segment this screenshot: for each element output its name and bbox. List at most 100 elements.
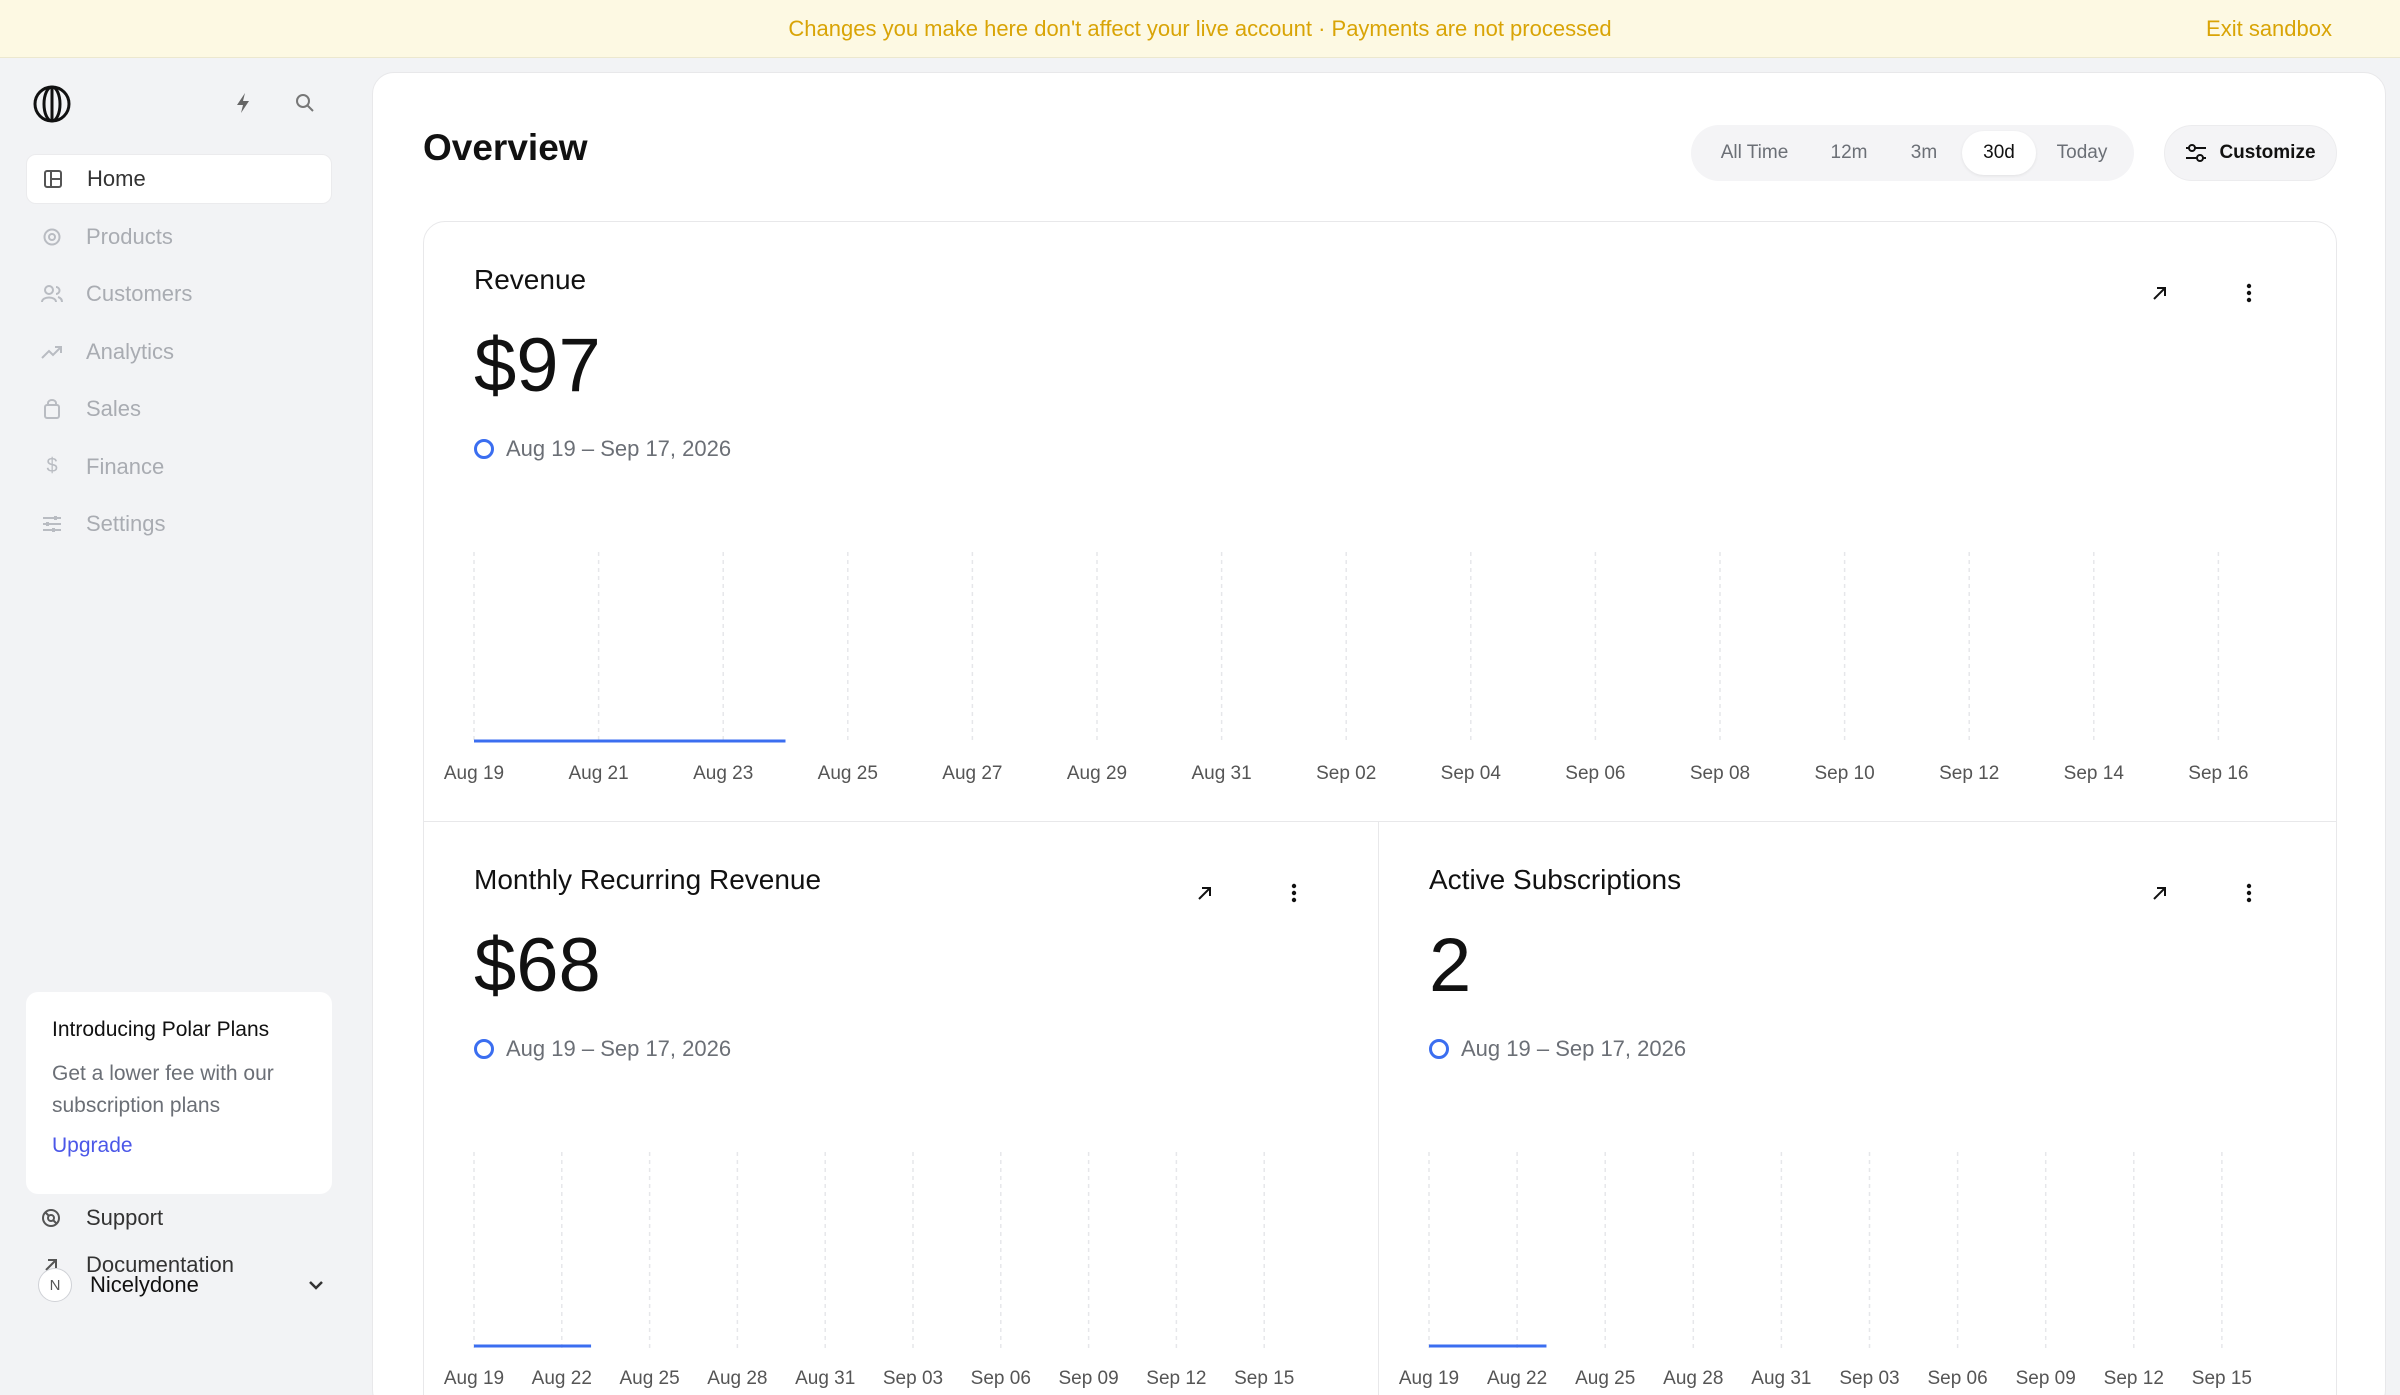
sidebar-item-analytics[interactable]: Analytics xyxy=(26,327,332,377)
x-tick-label: Sep 06 xyxy=(1927,1368,1987,1389)
sidebar-item-label: Settings xyxy=(86,511,166,536)
range-12m[interactable]: 12m xyxy=(1812,131,1886,175)
x-tick-label: Sep 06 xyxy=(971,1368,1031,1389)
page-title: Overview xyxy=(423,127,588,168)
finance-icon: $ xyxy=(46,455,58,477)
x-tick-label: Aug 31 xyxy=(1191,763,1251,784)
mrr-card: Monthly Recurring Revenue $68 Aug 19 – S… xyxy=(424,822,1379,1395)
support-link[interactable]: Support xyxy=(40,1205,163,1231)
promo-title: Introducing Polar Plans xyxy=(52,1018,270,1041)
series-marker xyxy=(1429,1039,1449,1059)
x-tick-label: Sep 14 xyxy=(2064,763,2125,784)
exit-sandbox-link[interactable]: Exit sandbox xyxy=(2206,0,2332,58)
x-tick-label: Sep 03 xyxy=(883,1368,943,1389)
expand-arrow-icon[interactable] xyxy=(2145,278,2175,308)
card-title: Monthly Recurring Revenue xyxy=(474,864,822,895)
x-tick-label: Aug 19 xyxy=(444,1368,504,1389)
settings-icon xyxy=(40,512,64,536)
upgrade-link[interactable]: Upgrade xyxy=(52,1134,306,1158)
card-date-range: Aug 19 – Sep 17, 2026 xyxy=(1429,1036,1686,1062)
sandbox-banner: Changes you make here don't affect your … xyxy=(0,0,2400,58)
range-30d[interactable]: 30d xyxy=(1962,131,2036,175)
home-icon xyxy=(41,167,65,191)
x-tick-label: Sep 15 xyxy=(1234,1368,1294,1389)
x-tick-label: Aug 25 xyxy=(818,763,878,784)
x-tick-label: Sep 08 xyxy=(1690,763,1750,784)
x-tick-label: Sep 12 xyxy=(1146,1368,1206,1389)
lightning-icon[interactable] xyxy=(230,90,256,116)
polar-logo-icon[interactable] xyxy=(32,84,72,124)
x-tick-label: Aug 25 xyxy=(1575,1368,1635,1389)
range-today[interactable]: Today xyxy=(2036,131,2128,175)
x-tick-label: Aug 22 xyxy=(532,1368,592,1389)
card-value: 2 xyxy=(1429,923,1472,1008)
customers-icon xyxy=(40,282,64,306)
date-range-text: Aug 19 – Sep 17, 2026 xyxy=(1461,1036,1687,1061)
analytics-icon xyxy=(40,340,64,364)
sidebar-item-sales[interactable]: Sales xyxy=(26,384,332,434)
search-icon[interactable] xyxy=(292,90,318,116)
avatar: N xyxy=(38,1268,72,1302)
main-panel: Overview All Time 12m 3m 30d Today Custo… xyxy=(372,72,2386,1395)
products-icon xyxy=(40,225,64,249)
sidebar-item-products[interactable]: Products xyxy=(26,212,332,262)
x-tick-label: Aug 25 xyxy=(619,1368,679,1389)
series-marker xyxy=(474,439,494,459)
x-tick-label: Aug 19 xyxy=(1399,1368,1459,1389)
x-tick-label: Aug 22 xyxy=(1487,1368,1547,1389)
card-value: $97 xyxy=(474,323,601,408)
expand-arrow-icon[interactable] xyxy=(2145,878,2175,908)
polar-plans-promo: Introducing Polar Plans Get a lower fee … xyxy=(26,992,332,1194)
card-date-range: Aug 19 – Sep 17, 2026 xyxy=(474,1036,731,1062)
x-tick-label: Sep 15 xyxy=(2192,1368,2252,1389)
customize-button[interactable]: Customize xyxy=(2164,125,2337,181)
range-all-time[interactable]: All Time xyxy=(1697,131,1812,175)
sidebar: Home Products Customers Analytics Sales xyxy=(0,58,360,1395)
x-tick-label: Sep 16 xyxy=(2188,763,2248,784)
sidebar-item-customers[interactable]: Customers xyxy=(26,269,332,319)
x-tick-label: Aug 28 xyxy=(1663,1368,1723,1389)
card-title: Active Subscriptions xyxy=(1429,864,1682,895)
sidebar-item-finance[interactable]: $ Finance xyxy=(26,442,332,492)
more-options-icon[interactable] xyxy=(1279,878,1309,908)
x-tick-label: Sep 06 xyxy=(1565,763,1625,784)
time-range-selector: All Time 12m 3m 30d Today xyxy=(1691,125,2134,181)
x-tick-label: Aug 31 xyxy=(1751,1368,1811,1389)
x-tick-label: Sep 02 xyxy=(1316,763,1376,784)
x-tick-label: Sep 04 xyxy=(1441,763,1502,784)
x-tick-label: Sep 03 xyxy=(1839,1368,1899,1389)
expand-arrow-icon[interactable] xyxy=(1190,878,1220,908)
active-subscriptions-card: Active Subscriptions 2 Aug 19 – Sep 17, … xyxy=(1379,822,2336,1395)
sidebar-nav: Home Products Customers Analytics Sales xyxy=(26,154,332,557)
date-range-text: Aug 19 – Sep 17, 2026 xyxy=(506,436,732,461)
sidebar-item-label: Sales xyxy=(86,396,142,421)
sidebar-item-settings[interactable]: Settings xyxy=(26,499,332,549)
sidebar-item-label: Customers xyxy=(86,281,193,306)
sidebar-item-label: Products xyxy=(86,223,173,249)
user-menu[interactable]: N Nicelydone xyxy=(38,1266,328,1304)
promo-text: Get a lower fee with our subscription pl… xyxy=(52,1062,274,1117)
sliders-icon xyxy=(2186,144,2207,162)
sidebar-item-label: Finance xyxy=(86,453,165,479)
x-tick-label: Aug 23 xyxy=(693,763,753,784)
more-options-icon[interactable] xyxy=(2234,278,2264,308)
card-title: Revenue xyxy=(474,264,587,295)
support-icon xyxy=(40,1207,62,1229)
x-tick-label: Sep 09 xyxy=(1058,1368,1118,1389)
x-tick-label: Aug 28 xyxy=(707,1368,767,1389)
sidebar-item-label: Home xyxy=(87,166,146,191)
sidebar-item-home[interactable]: Home xyxy=(26,154,332,204)
sales-icon xyxy=(40,397,64,421)
x-tick-label: Aug 27 xyxy=(942,763,1002,784)
mrr-chart: Aug 19 Aug 22 Aug 25 Aug 28 Aug 31 Sep 03 Sep … xyxy=(444,1152,1294,1389)
x-tick-label: Sep 12 xyxy=(1939,763,1999,784)
more-options-icon[interactable] xyxy=(2234,878,2264,908)
x-tick-label: Aug 21 xyxy=(568,763,628,784)
card-date-range: Aug 19 – Sep 17, 2026 xyxy=(474,436,731,462)
active-subscriptions-chart: Aug 19 Aug 22 Aug 25 Aug 28 Aug 31 Sep 03 Sep … xyxy=(1399,1152,2252,1389)
x-tick-label: Sep 12 xyxy=(2104,1368,2164,1389)
range-3m[interactable]: 3m xyxy=(1886,131,1962,175)
chevron-down-icon xyxy=(304,1273,328,1297)
x-tick-label: Aug 31 xyxy=(795,1368,855,1389)
metrics-grid: Revenue $97 Aug 19 – Sep 17, 2026 Aug 19… xyxy=(423,221,2337,1395)
